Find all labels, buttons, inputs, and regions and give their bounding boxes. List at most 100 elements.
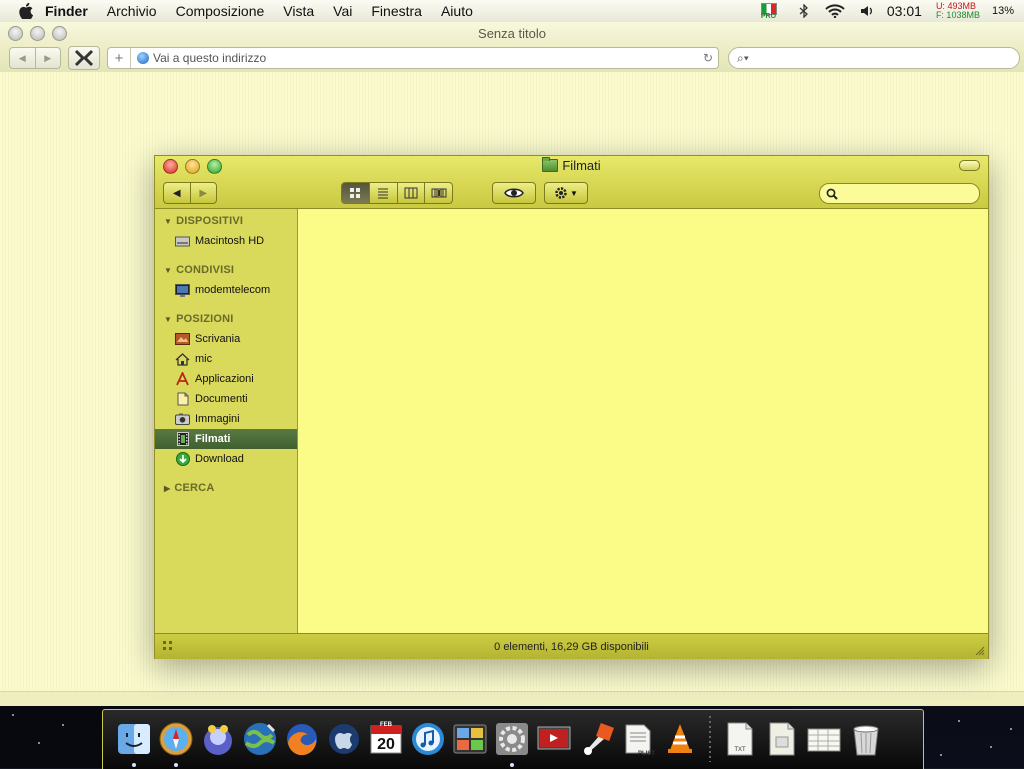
sidebar-item-macintosh-hd[interactable]: Macintosh HD <box>155 231 297 251</box>
sidebar-item-applicazioni[interactable]: Applicazioni <box>155 369 297 389</box>
resize-grip-icon[interactable] <box>975 646 985 656</box>
dock-system-preferences[interactable] <box>493 717 531 767</box>
dock-finder[interactable] <box>115 717 153 767</box>
memory-monitor[interactable]: U: 493MB F: 1038MB <box>936 2 980 20</box>
dock-dashboard[interactable] <box>451 717 489 761</box>
browser-search-field[interactable]: ⌕▾ <box>728 47 1020 69</box>
sidebar-section-devices[interactable]: ▼ DISPOSITIVI <box>164 215 243 227</box>
browser-forward-button[interactable]: ▶ <box>34 48 61 68</box>
network-globe-icon <box>244 723 276 755</box>
section-label: DISPOSITIVI <box>176 215 244 227</box>
sidebar-section-places[interactable]: ▼ POSIZIONI <box>164 313 234 325</box>
finder-nav-buttons: ◀ ▶ <box>163 182 217 204</box>
address-input[interactable]: Vai a questo indirizzo <box>153 51 698 65</box>
menu-composizione[interactable]: Composizione <box>176 3 265 19</box>
browser-title: Senza titolo <box>478 26 546 41</box>
sidebar-item-scrivania[interactable]: Scrivania <box>155 329 297 349</box>
menu-bar: Finder Archivio Composizione Vista Vai F… <box>0 0 1024 23</box>
column-view-button[interactable] <box>396 183 425 203</box>
monitor-icon <box>175 283 190 297</box>
dock-trash[interactable] <box>847 717 885 761</box>
quick-look-button[interactable] <box>492 182 536 204</box>
browser-tools-button[interactable] <box>68 46 100 70</box>
globe-icon <box>137 52 149 64</box>
dock-safari[interactable] <box>157 717 195 767</box>
browser-back-button[interactable]: ◀ <box>10 48 35 68</box>
forward-button[interactable]: ▶ <box>189 183 217 203</box>
finder-search-field[interactable] <box>819 183 980 204</box>
sidebar-section-shared[interactable]: ▼ CONDIVISI <box>164 264 234 276</box>
disclosure-open-icon: ▼ <box>164 314 173 324</box>
dock-network[interactable] <box>241 717 279 761</box>
add-bookmark-button[interactable]: + <box>108 48 131 68</box>
status-text: 0 elementi, 16,29 GB disponibili <box>494 640 649 653</box>
input-source-menu[interactable]: PRO <box>759 0 783 22</box>
sidebar-item-filmati[interactable]: Filmati <box>155 429 297 449</box>
chevron-down-icon: ▼ <box>570 188 578 198</box>
firefox-icon <box>287 724 317 756</box>
sidebar-item-modemtelecom[interactable]: modemtelecom <box>155 280 297 300</box>
dashboard-icon <box>453 724 487 754</box>
dock-document[interactable] <box>763 717 801 761</box>
list-view-icon <box>378 188 389 199</box>
dock-spreadsheet[interactable] <box>805 717 843 761</box>
battery-status[interactable]: 13% <box>992 5 1014 17</box>
adium-icon <box>204 725 232 755</box>
documents-icon <box>175 392 190 406</box>
menu-archivio[interactable]: Archivio <box>107 3 157 19</box>
dock-plist-editor[interactable]: PLIST <box>619 717 657 761</box>
window-title: Filmati <box>562 158 601 173</box>
menu-finestra[interactable]: Finestra <box>371 3 422 19</box>
sidebar-item-documenti[interactable]: Documenti <box>155 389 297 409</box>
dock-adium[interactable] <box>199 717 237 761</box>
section-label: CONDIVISI <box>176 264 235 276</box>
wifi-icon[interactable] <box>825 4 845 18</box>
ical-date: 20 <box>377 736 395 753</box>
list-view-button[interactable] <box>368 183 397 203</box>
menu-aiuto[interactable]: Aiuto <box>441 3 473 19</box>
sidebar-item-immagini[interactable]: Immagini <box>155 409 297 429</box>
menu-vai[interactable]: Vai <box>333 3 352 19</box>
disclosure-closed-icon: ▶ <box>164 483 171 493</box>
sidebar-section-search[interactable]: ▶ CERCA <box>164 482 214 494</box>
trash-icon <box>853 725 879 756</box>
bluetooth-icon[interactable] <box>797 4 811 18</box>
menu-clock[interactable]: 03:01 <box>887 3 922 19</box>
sidebar-item-label: Filmati <box>195 433 231 445</box>
finder-icon <box>118 724 150 754</box>
dock-vlc[interactable] <box>661 717 699 761</box>
sidebar-item-label: Macintosh HD <box>195 235 265 247</box>
back-button[interactable]: ◀ <box>164 183 190 203</box>
dock-itunes[interactable] <box>409 717 447 761</box>
movies-icon <box>175 432 190 446</box>
dock-ical[interactable]: FEB 20 <box>367 717 405 761</box>
coverflow-view-button[interactable] <box>424 183 452 203</box>
dock-screen-sharing[interactable] <box>535 717 573 761</box>
browser-titlebar: Senza titolo <box>0 22 1024 44</box>
applications-icon <box>175 372 190 386</box>
itunes-icon <box>412 723 444 755</box>
sidebar-item-download[interactable]: Download <box>155 449 297 469</box>
volume-icon[interactable] <box>859 4 873 18</box>
finder-content-area[interactable] <box>298 209 988 633</box>
menu-app-finder[interactable]: Finder <box>45 3 88 19</box>
action-menu-button[interactable]: ▼ <box>544 182 588 204</box>
dock-apple-web[interactable] <box>325 717 363 761</box>
sidebar-item-mic[interactable]: mic <box>155 349 297 369</box>
dock-color-picker[interactable] <box>577 717 615 761</box>
dock-separator <box>709 716 711 762</box>
dock-firefox[interactable] <box>283 717 321 761</box>
toolbar-toggle-button[interactable] <box>959 160 980 171</box>
reload-icon[interactable]: ↻ <box>698 51 718 65</box>
plist-label: PLIST <box>637 751 655 757</box>
apple-menu-icon[interactable] <box>17 2 35 20</box>
icon-view-button[interactable] <box>342 183 369 203</box>
address-bar[interactable]: + Vai a questo indirizzo ↻ <box>107 47 719 69</box>
dock-txt-document[interactable]: TXT <box>721 717 759 761</box>
movies-folder-icon <box>542 157 559 172</box>
color-picker-icon <box>584 723 614 755</box>
sidebar-item-label: Documenti <box>195 393 248 405</box>
system-preferences-icon <box>496 723 528 755</box>
sidebar-resize-grip-icon[interactable] <box>163 640 173 652</box>
menu-vista[interactable]: Vista <box>283 3 314 19</box>
